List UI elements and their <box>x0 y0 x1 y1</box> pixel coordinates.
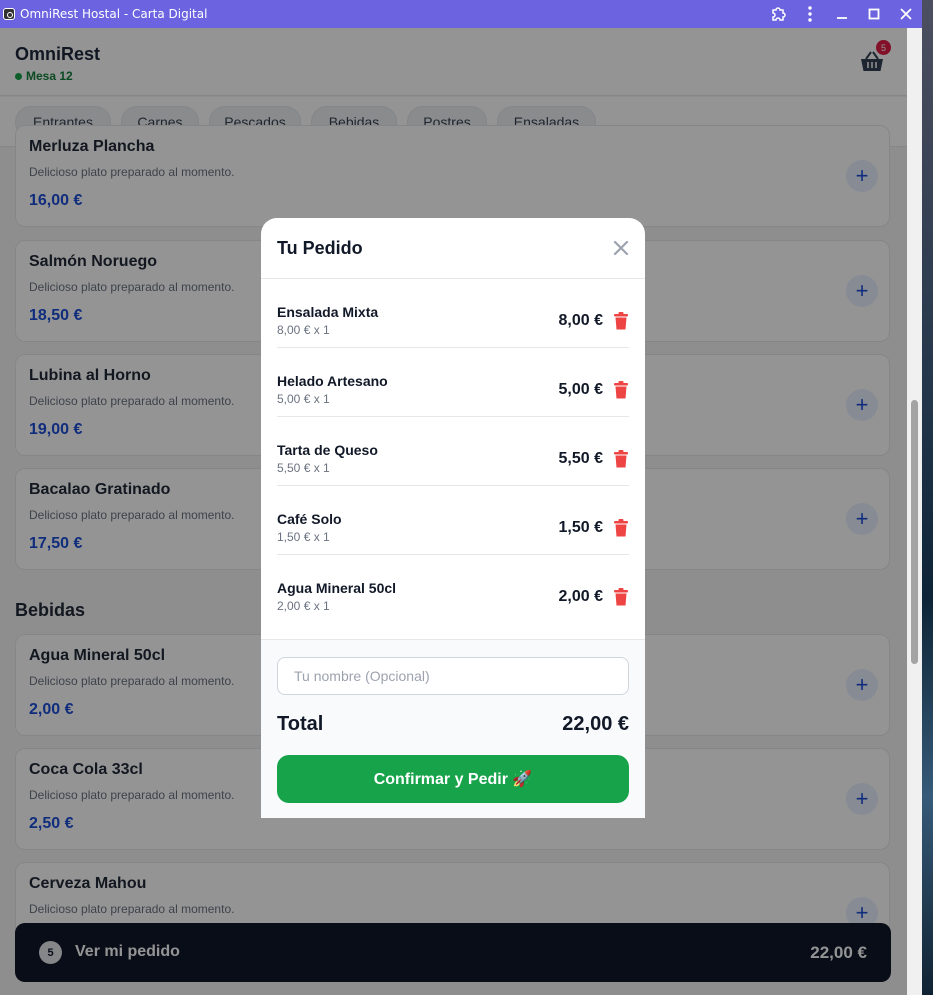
order-item-detail: 2,00 € x 1 <box>277 599 330 613</box>
window-titlebar: OmniRest Hostal - Carta Digital <box>0 0 922 28</box>
desktop-background <box>922 0 933 995</box>
order-item-price: 1,50 € <box>558 519 603 536</box>
trash-icon[interactable] <box>613 381 629 399</box>
customer-name-input[interactable] <box>277 657 629 695</box>
modal-title: Tu Pedido <box>277 238 363 258</box>
trash-icon[interactable] <box>613 519 629 537</box>
maximize-icon[interactable] <box>858 0 890 28</box>
window-title: OmniRest Hostal - Carta Digital <box>20 7 208 21</box>
order-item-name: Café Solo <box>277 511 342 527</box>
order-item-price: 2,00 € <box>558 588 603 605</box>
order-item: Café Solo 1,50 € x 1 1,50 € <box>277 486 629 555</box>
order-item-detail: 8,00 € x 1 <box>277 323 330 337</box>
order-item-name: Agua Mineral 50cl <box>277 580 397 596</box>
page: OmniRest Mesa 12 5 Entrantes Carnes Pesc… <box>0 28 907 995</box>
minimize-icon[interactable] <box>826 0 858 28</box>
order-item-detail: 5,50 € x 1 <box>277 461 330 475</box>
order-item: Ensalada Mixta 8,00 € x 1 8,00 € <box>277 279 629 348</box>
order-item-name: Tarta de Queso <box>277 442 378 458</box>
close-window-icon[interactable] <box>890 0 922 28</box>
modal-footer: Total 22,00 € Confirmar y Pedir 🚀 <box>261 639 645 818</box>
order-item-price: 5,00 € <box>558 381 603 398</box>
trash-icon[interactable] <box>613 312 629 330</box>
total-value: 22,00 € <box>562 713 629 735</box>
order-modal: Tu Pedido Ensalada Mixta 8,00 € x 1 8,00… <box>261 218 645 818</box>
order-item-name: Helado Artesano <box>277 373 388 389</box>
trash-icon[interactable] <box>613 588 629 606</box>
kebab-menu-icon[interactable] <box>794 0 826 28</box>
scrollbar-thumb[interactable] <box>911 400 918 664</box>
order-item-name: Ensalada Mixta <box>277 304 379 320</box>
order-item: Tarta de Queso 5,50 € x 1 5,50 € <box>277 417 629 486</box>
order-item-detail: 5,00 € x 1 <box>277 392 330 406</box>
total-label: Total <box>277 713 324 735</box>
order-item-price: 5,50 € <box>558 450 603 467</box>
confirm-order-button[interactable]: Confirmar y Pedir 🚀 <box>277 755 629 803</box>
page-scrollbar[interactable] <box>907 28 922 995</box>
order-item: Helado Artesano 5,00 € x 1 5,00 € <box>277 348 629 417</box>
order-item: Agua Mineral 50cl 2,00 € x 1 2,00 € <box>277 555 629 624</box>
app-icon <box>3 8 15 20</box>
close-icon[interactable] <box>610 237 632 259</box>
modal-header: Tu Pedido <box>261 218 645 279</box>
order-item-detail: 1,50 € x 1 <box>277 530 330 544</box>
extension-icon[interactable] <box>762 0 794 28</box>
order-item-price: 8,00 € <box>558 312 603 329</box>
trash-icon[interactable] <box>613 450 629 468</box>
